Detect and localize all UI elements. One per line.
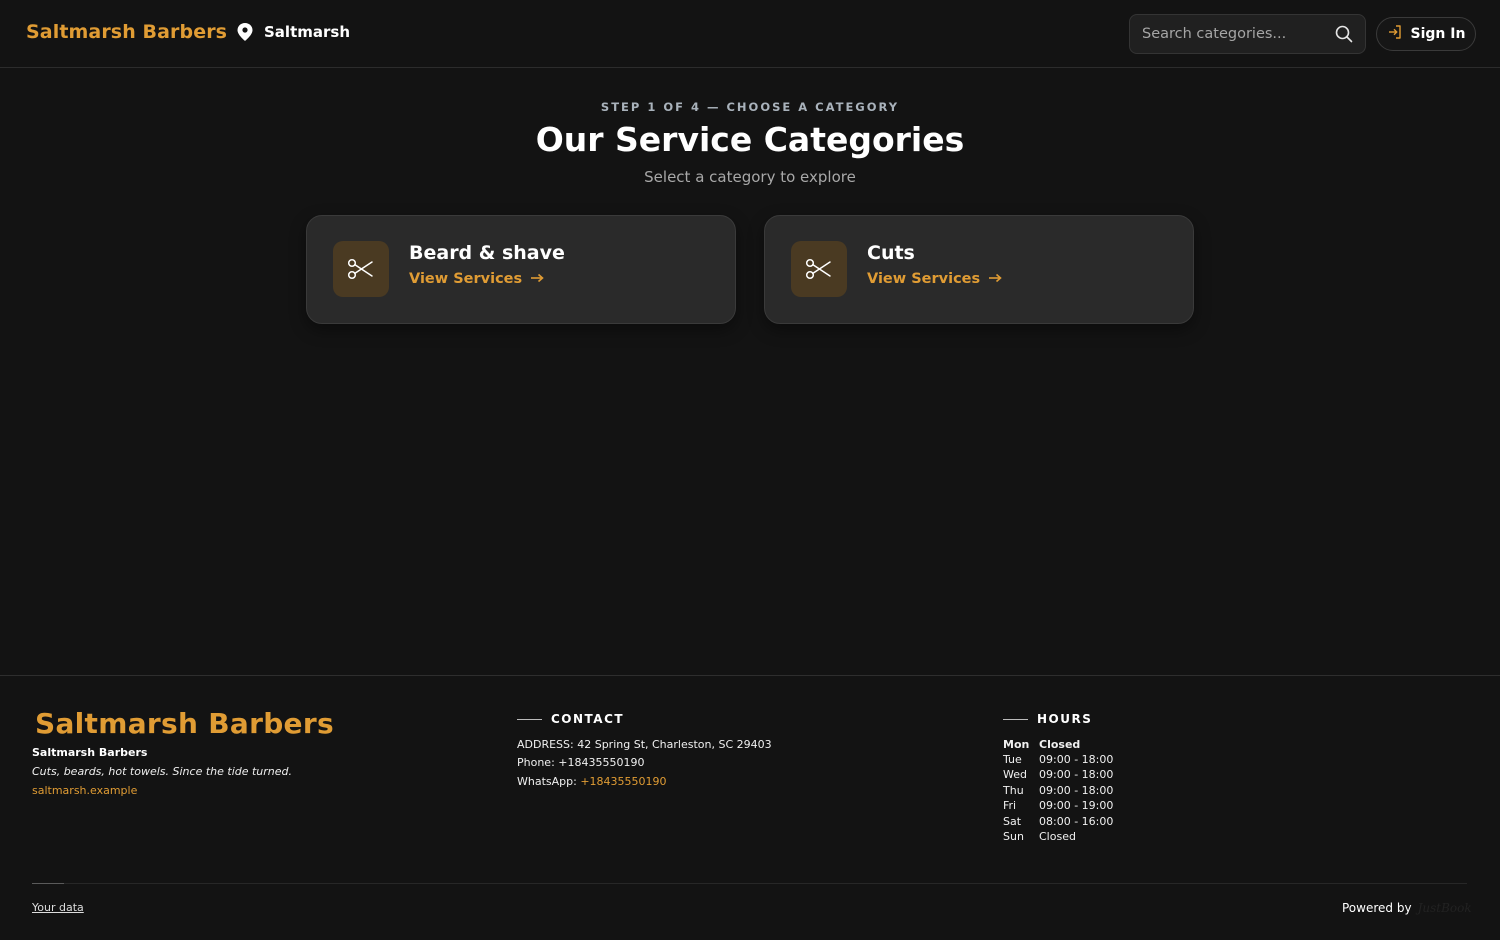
category-name: Cuts bbox=[867, 242, 915, 264]
search-input[interactable] bbox=[1142, 26, 1322, 42]
hours-time: 08:00 - 16:00 bbox=[1039, 815, 1114, 828]
hours-row: Sun Closed bbox=[1003, 830, 1076, 843]
hours-time: 09:00 - 18:00 bbox=[1039, 753, 1114, 766]
arrow-right-icon bbox=[530, 271, 544, 287]
hours-time: Closed bbox=[1039, 738, 1081, 751]
page-title: Our Service Categories bbox=[535, 120, 965, 159]
contact-heading: CONTACT bbox=[517, 712, 624, 726]
hours-row: Wed 09:00 - 18:00 bbox=[1003, 768, 1113, 781]
hours-row: Thu 09:00 - 18:00 bbox=[1003, 784, 1113, 797]
hours-day: Fri bbox=[1003, 799, 1017, 812]
heading-rule bbox=[517, 718, 542, 720]
view-services-label: View Services bbox=[409, 271, 523, 287]
search-icon[interactable] bbox=[1335, 25, 1353, 47]
powered-by-brand-link[interactable]: JustBook bbox=[1418, 901, 1472, 915]
view-services-link[interactable]: View Services bbox=[867, 271, 1002, 287]
whatsapp-link[interactable]: +18435550190 bbox=[580, 775, 666, 788]
footer-website-link[interactable]: saltmarsh.example bbox=[32, 784, 137, 797]
footer-divider-accent bbox=[32, 883, 64, 884]
category-name: Beard & shave bbox=[409, 242, 565, 264]
hours-day: Sun bbox=[1003, 830, 1024, 843]
whatsapp-label: WhatsApp: bbox=[517, 775, 581, 788]
footer-divider bbox=[32, 883, 1467, 884]
hours-time: 09:00 - 18:00 bbox=[1039, 784, 1114, 797]
footer-logo: Saltmarsh Barbers bbox=[35, 707, 334, 740]
hours-heading-label: HOURS bbox=[1037, 712, 1093, 726]
hours-day: Wed bbox=[1003, 768, 1027, 781]
location-selector[interactable]: Saltmarsh bbox=[236, 22, 350, 42]
contact-whatsapp: WhatsApp: +18435550190 bbox=[517, 775, 667, 788]
powered-by: Powered by JustBook bbox=[1342, 901, 1472, 915]
hours-time: 09:00 - 18:00 bbox=[1039, 768, 1114, 781]
scissors-icon bbox=[333, 241, 389, 297]
hours-time: 09:00 - 19:00 bbox=[1039, 799, 1114, 812]
location-label: Saltmarsh bbox=[264, 23, 350, 41]
contact-address: ADDRESS: 42 Spring St, Charleston, SC 29… bbox=[517, 738, 772, 751]
view-services-link[interactable]: View Services bbox=[409, 271, 544, 287]
hours-row: Mon Closed bbox=[1003, 738, 1080, 751]
contact-phone: Phone: +18435550190 bbox=[517, 756, 645, 769]
hours-day: Tue bbox=[1003, 753, 1022, 766]
hours-row: Tue 09:00 - 18:00 bbox=[1003, 753, 1113, 766]
step-indicator: STEP 1 OF 4 — CHOOSE A CATEGORY bbox=[600, 100, 900, 114]
contact-heading-label: CONTACT bbox=[551, 712, 625, 726]
site-footer: Saltmarsh Barbers Saltmarsh Barbers Cuts… bbox=[0, 675, 1500, 940]
hours-day: Thu bbox=[1003, 784, 1024, 797]
sign-in-label: Sign In bbox=[1410, 26, 1466, 42]
page-subtitle: Select a category to explore bbox=[644, 168, 856, 186]
powered-by-label: Powered by bbox=[1342, 901, 1412, 915]
hours-row: Sat 08:00 - 16:00 bbox=[1003, 815, 1113, 828]
top-header: Saltmarsh Barbers Saltmarsh Sign In bbox=[0, 0, 1500, 68]
hours-row: Fri 09:00 - 19:00 bbox=[1003, 799, 1113, 812]
search-box[interactable] bbox=[1129, 14, 1366, 54]
category-card-beard-shave[interactable]: Beard & shave View Services bbox=[306, 215, 736, 324]
arrow-right-icon bbox=[988, 271, 1002, 287]
scissors-icon bbox=[791, 241, 847, 297]
footer-business-name: Saltmarsh Barbers bbox=[32, 746, 148, 759]
hours-heading: HOURS bbox=[1003, 712, 1092, 726]
footer-tagline: Cuts, beards, hot towels. Since the tide… bbox=[32, 765, 293, 778]
login-icon bbox=[1387, 24, 1403, 44]
brand-logo[interactable]: Saltmarsh Barbers bbox=[26, 21, 227, 43]
heading-rule bbox=[1003, 718, 1028, 720]
your-data-link[interactable]: Your data bbox=[32, 901, 84, 914]
view-services-label: View Services bbox=[867, 271, 981, 287]
map-pin-icon bbox=[236, 22, 254, 42]
hours-time: Closed bbox=[1039, 830, 1076, 843]
category-card-cuts[interactable]: Cuts View Services bbox=[764, 215, 1194, 324]
hours-day: Sat bbox=[1003, 815, 1022, 828]
sign-in-button[interactable]: Sign In bbox=[1376, 17, 1476, 51]
hours-day: Mon bbox=[1003, 738, 1030, 751]
